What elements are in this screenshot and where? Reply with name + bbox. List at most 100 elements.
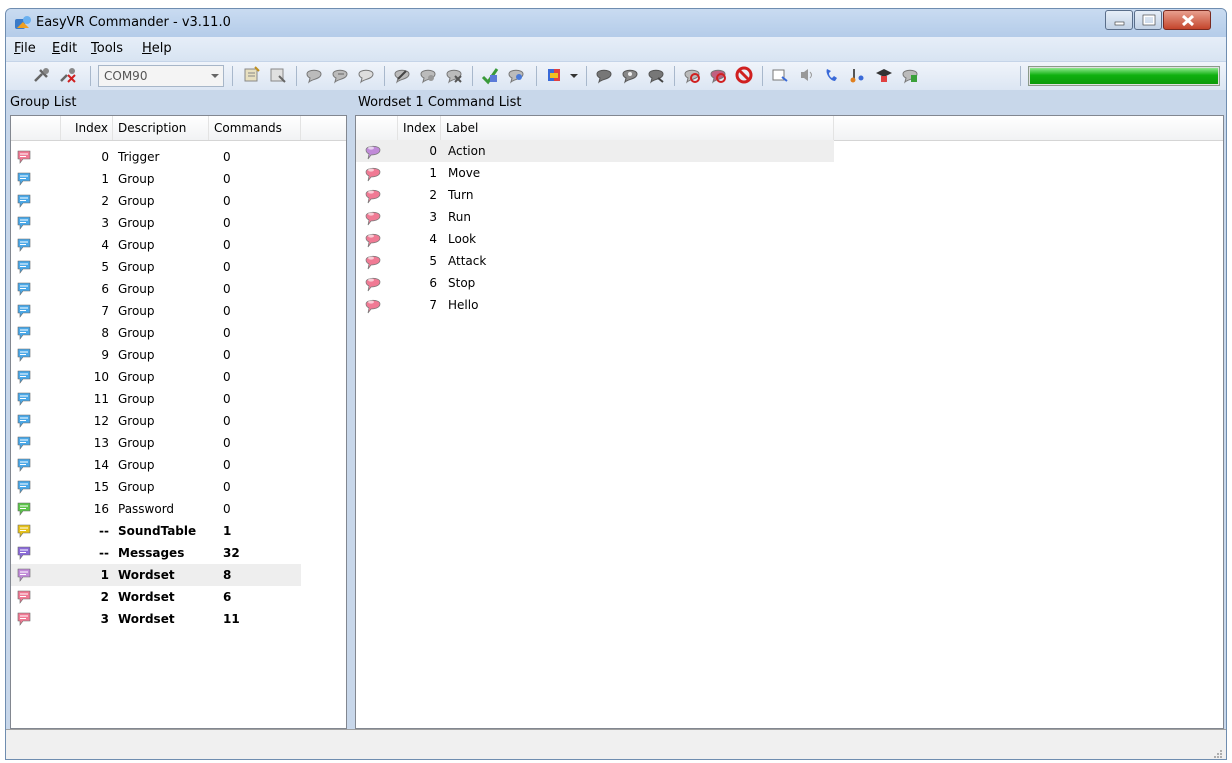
group-row[interactable]: 12 Group 0 — [11, 410, 301, 432]
phone-icon[interactable] — [822, 65, 842, 85]
command-row[interactable]: 1 Move — [356, 162, 834, 184]
insert-command-icon[interactable] — [330, 65, 350, 85]
group-row[interactable]: 13 Group 0 — [11, 432, 301, 454]
command-row[interactable]: 7 Hello — [356, 294, 834, 316]
dropdown-icon[interactable] — [564, 65, 584, 85]
group-commands: 0 — [223, 216, 231, 230]
group-row[interactable]: 1 Wordset 8 — [11, 564, 301, 586]
menu-tools[interactable]: Tools — [91, 41, 123, 56]
column-header-index[interactable]: Index — [398, 116, 441, 140]
erase-training-icon[interactable] — [444, 65, 464, 85]
group-commands: 0 — [223, 502, 231, 516]
command-row[interactable]: 5 Attack — [356, 250, 834, 272]
command-row[interactable]: 6 Stop — [356, 272, 834, 294]
group-row[interactable]: 6 Group 0 — [11, 278, 301, 300]
column-header-icon[interactable] — [356, 116, 398, 140]
play-icon[interactable] — [796, 65, 816, 85]
stop-icon[interactable] — [682, 65, 702, 85]
record-icon[interactable] — [770, 65, 790, 85]
command-label: Run — [448, 210, 472, 224]
group-description: Group — [118, 370, 155, 384]
group-description: Trigger — [118, 150, 160, 164]
group-index: 3 — [101, 216, 109, 230]
add-group-icon[interactable] — [242, 65, 262, 85]
block-icon[interactable] — [734, 65, 754, 85]
group-description: Wordset — [118, 590, 175, 604]
title-bar[interactable]: EasyVR Commander - v3.11.0 — [6, 9, 1226, 37]
column-header-description[interactable]: Description — [113, 116, 209, 140]
command-list-title: Wordset 1 Command List — [358, 95, 522, 110]
add-command-icon[interactable] — [304, 65, 324, 85]
sound-icon[interactable] — [848, 65, 868, 85]
command-row[interactable]: 2 Turn — [356, 184, 834, 206]
group-row[interactable]: -- Messages 32 — [11, 542, 301, 564]
group-row[interactable]: 3 Group 0 — [11, 212, 301, 234]
group-row[interactable]: 7 Group 0 — [11, 300, 301, 322]
group-index: 1 — [100, 568, 109, 582]
port-select[interactable]: COM90 — [98, 65, 224, 87]
speech-bubble-icon-blue — [17, 260, 31, 274]
group-commands: 0 — [223, 260, 231, 274]
no-sign-icon[interactable] — [708, 65, 728, 85]
command-row[interactable]: 0 Action — [356, 140, 834, 162]
group-row[interactable]: 9 Group 0 — [11, 344, 301, 366]
minimize-button[interactable] — [1105, 10, 1133, 30]
command-list-header: Index Label — [356, 116, 1223, 141]
group-list-panel[interactable]: Index Description Commands 0 Trigger 0 1 Gro… — [10, 115, 347, 729]
train-command-icon[interactable] — [418, 65, 438, 85]
column-header-icon[interactable] — [11, 116, 61, 140]
color-tool-icon[interactable] — [544, 65, 564, 85]
resize-grip-icon[interactable] — [1213, 749, 1223, 759]
group-row[interactable]: 3 Wordset 11 — [11, 608, 301, 630]
command-row[interactable]: 4 Look — [356, 228, 834, 250]
group-row[interactable]: 14 Group 0 — [11, 454, 301, 476]
group-row[interactable]: 15 Group 0 — [11, 476, 301, 498]
speaker-icon[interactable] — [646, 65, 666, 85]
command-list-panel[interactable]: Index Label 0 Action 1 Move 2 Turn 3 Run 4 Look 5 A… — [355, 115, 1224, 729]
verify-icon[interactable] — [506, 65, 526, 85]
edit-command-icon[interactable] — [392, 65, 412, 85]
group-row[interactable]: 4 Group 0 — [11, 234, 301, 256]
menu-help[interactable]: Help — [142, 41, 172, 56]
group-row[interactable]: 2 Wordset 6 — [11, 586, 301, 608]
group-commands: 0 — [223, 436, 231, 450]
column-header-label[interactable]: Label — [441, 116, 834, 140]
command-row[interactable]: 3 Run — [356, 206, 834, 228]
maximize-button[interactable] — [1134, 10, 1162, 30]
group-description: Group — [118, 172, 155, 186]
menu-file[interactable]: File — [14, 41, 36, 56]
group-row[interactable]: -- SoundTable 1 — [11, 520, 301, 542]
group-commands: 6 — [223, 590, 232, 604]
group-row[interactable]: 5 Group 0 — [11, 256, 301, 278]
group-row[interactable]: 8 Group 0 — [11, 322, 301, 344]
column-header-commands[interactable]: Commands — [209, 116, 301, 140]
group-index: 2 — [100, 590, 109, 604]
group-row[interactable]: 16 Password 0 — [11, 498, 301, 520]
group-row[interactable]: 10 Group 0 — [11, 366, 301, 388]
group-index: 0 — [101, 150, 109, 164]
group-commands: 8 — [223, 568, 232, 582]
command-index: 1 — [429, 166, 437, 180]
remove-command-icon[interactable] — [356, 65, 376, 85]
menu-edit[interactable]: Edit — [52, 41, 77, 56]
speech-bubble-icon — [365, 211, 381, 226]
test-group-icon[interactable] — [480, 65, 500, 85]
remove-group-icon[interactable] — [268, 65, 288, 85]
group-row[interactable]: 2 Group 0 — [11, 190, 301, 212]
group-commands: 32 — [223, 546, 240, 560]
toolbar-separator — [232, 66, 233, 86]
group-row[interactable]: 11 Group 0 — [11, 388, 301, 410]
close-button[interactable] — [1163, 10, 1211, 30]
group-row[interactable]: 1 Group 0 — [11, 168, 301, 190]
column-header-index[interactable]: Index — [61, 116, 113, 140]
speak-icon[interactable] — [594, 65, 614, 85]
firmware-icon[interactable] — [874, 65, 894, 85]
group-row[interactable]: 0 Trigger 0 — [11, 146, 301, 168]
recognize-icon[interactable] — [620, 65, 640, 85]
group-index: 11 — [93, 392, 109, 406]
help-icon[interactable] — [900, 65, 920, 85]
disconnect-icon[interactable] — [58, 65, 78, 85]
connect-icon[interactable] — [32, 65, 52, 85]
group-description: SoundTable — [118, 524, 197, 538]
group-index: 7 — [101, 304, 109, 318]
